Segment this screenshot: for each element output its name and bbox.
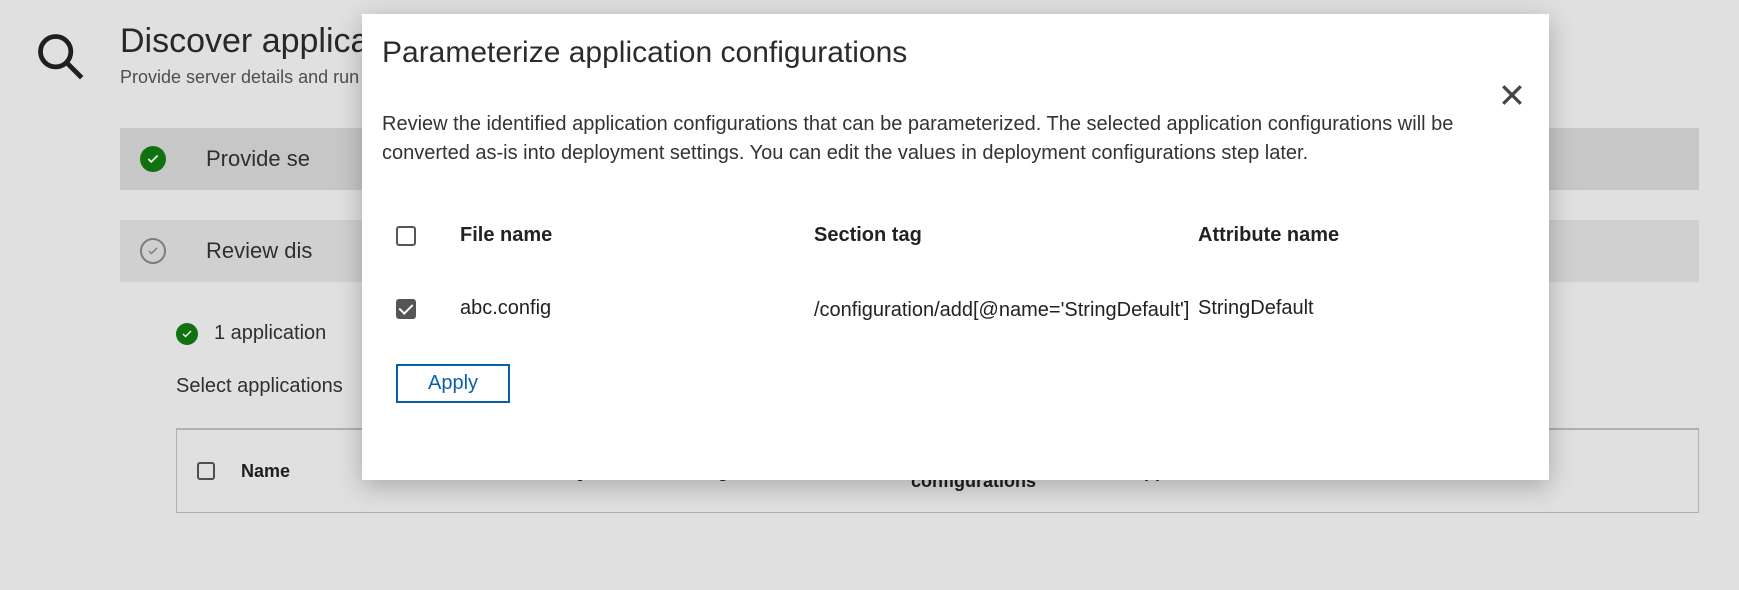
check-icon [140,146,166,172]
search-icon [34,30,86,590]
row-file-name: abc.config [460,297,810,320]
apply-button[interactable]: Apply [396,364,510,403]
check-icon [140,238,166,264]
column-file-name: File name [460,224,810,247]
modal-title: Parameterize application configurations [382,36,1529,70]
row-section-tag: /configuration/add[@name='StringDefault'… [814,297,1194,324]
modal-description: Review the identified application config… [382,110,1482,168]
config-table-header: File name Section tag Attribute name [396,224,1515,247]
select-all-checkbox[interactable] [396,226,416,246]
parameterize-modal: Parameterize application configurations … [362,14,1549,480]
row-attribute-name: StringDefault [1198,297,1518,320]
substatus-text: 1 application [214,322,326,345]
check-icon [176,323,198,345]
close-icon[interactable] [1497,80,1527,115]
column-section-tag: Section tag [814,224,1194,247]
config-table: File name Section tag Attribute name abc… [382,224,1529,324]
step-label: Provide se [206,146,310,172]
column-attribute-name: Attribute name [1198,224,1518,247]
select-all-checkbox[interactable] [197,462,215,480]
config-row: abc.config /configuration/add[@name='Str… [396,297,1515,324]
row-checkbox[interactable] [396,299,416,319]
step-label: Review dis [206,238,312,264]
